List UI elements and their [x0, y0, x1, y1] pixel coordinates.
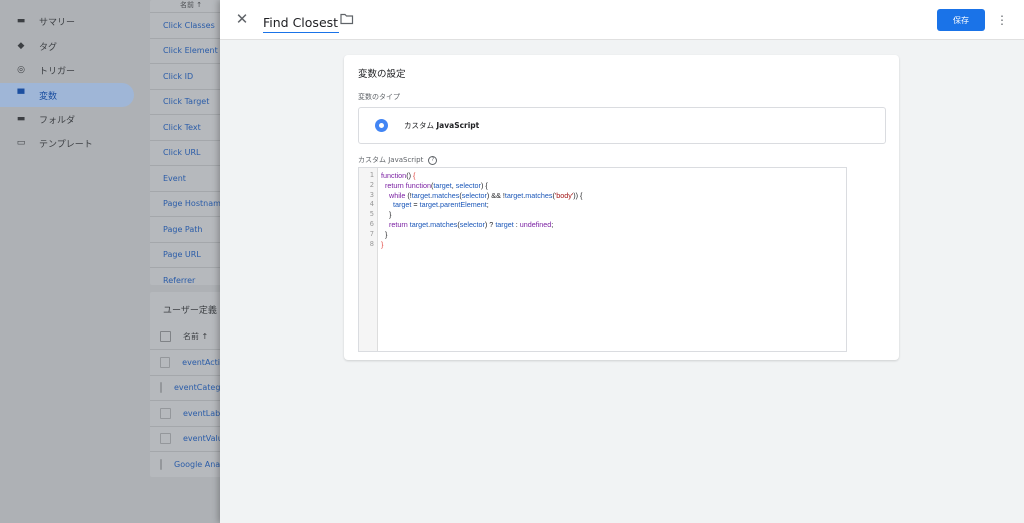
nav-item-label: フォルダ: [39, 115, 76, 126]
column-name[interactable]: 名前 ↑: [183, 331, 208, 342]
nav-item-triggers[interactable]: ◎ トリガー: [0, 58, 134, 82]
list-item[interactable]: Page Hostname: [150, 190, 230, 217]
row-checkbox[interactable]: [160, 407, 171, 419]
line-number: 4: [369, 200, 374, 209]
row-checkbox[interactable]: [160, 458, 162, 470]
nav-item-tags[interactable]: ◆ タグ: [0, 34, 134, 58]
save-button[interactable]: 保存: [937, 9, 985, 31]
tag-icon: ◆: [17, 41, 25, 51]
code-line: return target.matches(selector) ? target…: [389, 219, 554, 229]
select-all-checkbox[interactable]: [160, 330, 171, 342]
code-line: while (!target.matches(selector) && !tar…: [389, 190, 583, 200]
code-content[interactable]: function() { return function(target, sel…: [381, 171, 582, 249]
table-row[interactable]: eventCategory: [150, 374, 230, 401]
nav-item-templates[interactable]: ▭ テンプレート: [0, 131, 134, 155]
left-nav: ▬ サマリー ◆ タグ ◎ トリガー ▀ 変数 ▬ フォルダ ▭ テンプレート: [0, 0, 140, 523]
variable-editor-panel: ✕ Find Closest 保存 ⋮ 変数の設定 変数のタイプ カスタム Ja…: [220, 0, 1024, 523]
nav-item-folders[interactable]: ▬ フォルダ: [0, 107, 134, 131]
list-item[interactable]: Click ID: [150, 63, 230, 89]
panel-header: ✕ Find Closest 保存 ⋮: [220, 0, 1024, 40]
summary-icon: ▬: [16, 16, 26, 26]
line-number-gutter: 1 2 3 4 5 6 7 8: [359, 168, 378, 351]
table-row[interactable]: eventValue: [150, 425, 230, 452]
close-icon[interactable]: ✕: [234, 11, 250, 27]
variables-icon: ▀: [17, 90, 25, 100]
section-title: ユーザー定義: [163, 306, 217, 316]
folder-icon[interactable]: [340, 13, 354, 25]
nav-item-label: トリガー: [39, 66, 76, 77]
nav-item-variables[interactable]: ▀ 変数: [0, 83, 134, 107]
custom-javascript-icon: [375, 119, 388, 132]
user-defined-variables: ユーザー定義 名前 ↑ eventAction eventCategory ev…: [150, 292, 230, 477]
help-icon[interactable]: ?: [428, 155, 438, 165]
table-row[interactable]: eventAction: [150, 349, 230, 375]
row-checkbox[interactable]: [160, 382, 162, 394]
nav-item-summary[interactable]: ▬ サマリー: [0, 9, 134, 33]
code-line: target = target.parentElement;: [392, 200, 489, 210]
column-header: 名前 ↑: [150, 323, 230, 349]
folder-icon: ▬: [16, 114, 26, 124]
type-label: 変数のタイプ: [358, 93, 400, 101]
variable-name[interactable]: Find Closest: [263, 15, 338, 30]
table-row[interactable]: Google Analytics: [150, 451, 230, 477]
title-field[interactable]: Find Closest: [263, 12, 340, 33]
nav-item-label: テンプレート: [39, 139, 93, 150]
line-number: 6: [369, 220, 374, 228]
line-number: 1: [369, 171, 374, 179]
code-line: function() {: [381, 171, 416, 180]
column-header: 名前 ↑: [180, 1, 203, 9]
list-item[interactable]: Click URL: [150, 139, 230, 166]
code-line: }: [381, 239, 384, 249]
list-item[interactable]: Click Element: [150, 37, 230, 64]
code-editor[interactable]: 1 2 3 4 5 6 7 8 function() { return func…: [358, 167, 847, 352]
line-number: 5: [369, 210, 374, 219]
list-item[interactable]: Page Path: [150, 216, 230, 242]
table-row[interactable]: eventLabel: [150, 400, 230, 426]
template-icon: ▭: [16, 138, 26, 148]
code-line: }: [381, 229, 388, 239]
builtin-variables-list: 名前 ↑ Click Classes Click Element Click I…: [150, 0, 230, 285]
nav-item-label: 変数: [39, 91, 58, 102]
row-checkbox[interactable]: [160, 433, 171, 445]
line-number: 3: [369, 190, 374, 199]
code-line: return function(target, selector) {: [385, 180, 488, 190]
trigger-icon: ◎: [17, 65, 25, 75]
nav-item-label: サマリー: [39, 17, 76, 28]
nav-item-label: タグ: [39, 42, 58, 53]
list-item[interactable]: Event: [150, 165, 230, 191]
variable-config-card: 変数の設定 変数のタイプ カスタム JavaScript カスタム JavaSc…: [344, 55, 899, 360]
list-item[interactable]: Click Text: [150, 114, 230, 140]
card-title: 変数の設定: [358, 69, 406, 80]
line-number: 8: [369, 239, 374, 248]
list-item[interactable]: Click Target: [150, 88, 230, 115]
variable-type-selector[interactable]: カスタム JavaScript: [358, 107, 886, 144]
code-label: カスタム JavaScript ?: [358, 155, 438, 165]
list-item[interactable]: Referrer: [150, 267, 230, 293]
row-checkbox[interactable]: [160, 356, 171, 368]
line-number: 2: [369, 180, 374, 189]
type-name: カスタム JavaScript: [404, 121, 480, 130]
more-vert-icon[interactable]: ⋮: [996, 10, 1008, 30]
code-line: }: [381, 210, 392, 220]
line-number: 7: [369, 229, 374, 238]
list-item[interactable]: Click Classes: [150, 12, 230, 38]
list-item[interactable]: Page URL: [150, 241, 230, 268]
